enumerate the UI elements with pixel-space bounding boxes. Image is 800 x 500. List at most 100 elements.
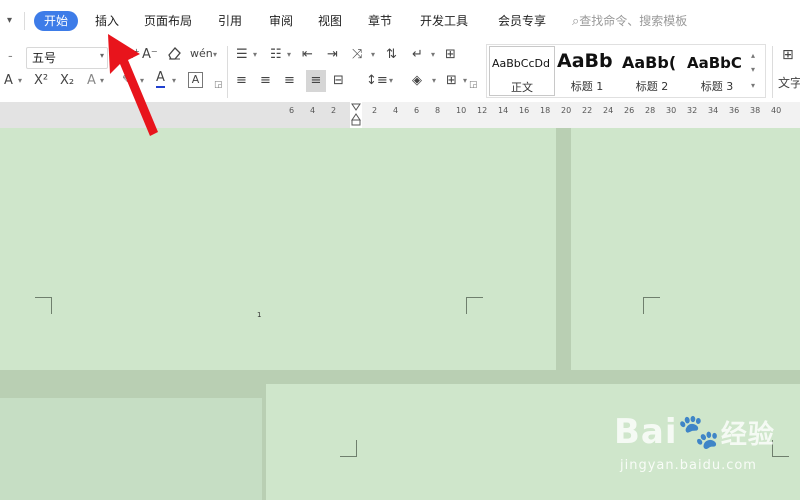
style-preview: AaBb(: [622, 53, 677, 72]
expand-gallery-icon[interactable]: ▾: [751, 77, 755, 95]
chevron-down-icon: ▾: [431, 50, 436, 59]
tab-member[interactable]: 会员专享: [498, 12, 546, 30]
style-heading-1[interactable]: AaBb 标题 1: [555, 46, 619, 94]
ruler-tick-label: 20: [561, 106, 572, 115]
ruler-tick-label: 16: [519, 106, 530, 115]
ruler-tick-label: 22: [582, 106, 593, 115]
align-left-icon[interactable]: ≡: [236, 72, 247, 90]
style-name: 标题 1: [570, 80, 604, 93]
font-name-edge: -: [8, 49, 13, 64]
tab-insert[interactable]: 插入: [95, 12, 119, 30]
baidu-jingyan-watermark: Bai🐾经验 jingyan.baidu.com: [614, 412, 775, 473]
character-border-button[interactable]: A: [188, 72, 203, 88]
shading-icon[interactable]: ◈: [412, 72, 422, 90]
margin-corner-marker: [340, 440, 357, 457]
line-spacing-icon[interactable]: ↕≡: [366, 72, 388, 90]
ruler-tick-label: 26: [624, 106, 635, 115]
styles-gallery: AaBbCcDd 正文 AaBb 标题 1 AaBb( 标题 2 AaBbC 标…: [486, 44, 766, 98]
font-size-select[interactable]: 五号 ▾: [26, 47, 108, 69]
text-tool-icon[interactable]: ⊞: [782, 46, 794, 64]
tab-page-layout[interactable]: 页面布局: [144, 12, 192, 30]
paw-icon: 🐾: [677, 412, 721, 452]
style-preview: AaBb: [557, 50, 613, 72]
chevron-down-icon: ▾: [432, 76, 437, 85]
text-direction-icon[interactable]: ⤨: [352, 46, 362, 64]
chevron-down-icon[interactable]: ▾: [7, 12, 12, 30]
watermark-brand-2: 经验: [720, 420, 775, 450]
show-marks-icon[interactable]: ⊞: [445, 46, 456, 64]
bullet-list-icon[interactable]: ☰: [236, 46, 248, 64]
style-preview: AaBbCcDd: [492, 57, 550, 70]
dialog-launcher-icon[interactable]: ◲: [214, 76, 223, 94]
style-preview: AaBbC: [687, 54, 742, 72]
page-shadow-area: [0, 398, 262, 500]
align-justify-icon[interactable]: ≡: [306, 70, 326, 92]
ruler-tick-label: 18: [540, 106, 551, 115]
watermark-brand: Bai: [614, 412, 678, 452]
ruler-tick-label: 6: [289, 106, 295, 115]
chevron-down-icon: ▾: [253, 50, 258, 59]
outline-text-button[interactable]: A: [87, 72, 96, 90]
superscript-button[interactable]: X²: [34, 72, 48, 90]
ruler-tick-label: 40: [771, 106, 782, 115]
chevron-down-icon: ▾: [18, 76, 23, 85]
line-break-icon[interactable]: ↵: [412, 46, 423, 64]
numbered-list-icon[interactable]: ☷: [270, 46, 282, 64]
ruler-tick-label: 34: [708, 106, 719, 115]
chevron-down-icon: ▾: [287, 50, 292, 59]
ruler-tick-label: 2: [331, 106, 337, 115]
text-tool-label[interactable]: 文字: [778, 74, 800, 92]
style-heading-2[interactable]: AaBb( 标题 2: [620, 46, 684, 94]
annotation-arrow-icon: [108, 34, 158, 136]
ruler-indent-handle[interactable]: [350, 102, 362, 128]
subscript-button[interactable]: X₂: [60, 72, 74, 90]
document-page[interactable]: [571, 128, 800, 370]
ruler-tick-label: 38: [750, 106, 761, 115]
tab-references[interactable]: 引用: [218, 12, 242, 30]
align-center-icon[interactable]: ≡: [260, 72, 271, 90]
margin-corner-marker: [643, 297, 660, 314]
ruler-tick-label: 28: [645, 106, 656, 115]
ruler-tick-label: 36: [729, 106, 740, 115]
tab-home[interactable]: 开始: [34, 11, 79, 31]
ruler-tick-label: 4: [393, 106, 399, 115]
style-heading-3[interactable]: AaBbC 标题 3: [685, 46, 749, 94]
style-name: 正文: [511, 81, 533, 94]
style-name: 标题 2: [635, 80, 669, 93]
tab-review[interactable]: 审阅: [269, 12, 293, 30]
phonetic-guide-button[interactable]: wén: [190, 45, 213, 63]
style-normal[interactable]: AaBbCcDd 正文: [489, 46, 555, 96]
increase-indent-icon[interactable]: ⇥: [327, 46, 338, 64]
tab-developer-tools[interactable]: 开发工具: [420, 12, 468, 30]
ruler-tick-label: 8: [435, 106, 441, 115]
ruler-tick-label: 14: [498, 106, 509, 115]
chevron-down-icon: ▾: [463, 76, 468, 85]
chevron-down-icon: ▾: [371, 50, 376, 59]
margin-corner-marker: [35, 297, 52, 314]
ruler-margin-area: [0, 102, 350, 128]
tab-chapter[interactable]: 章节: [368, 12, 392, 30]
command-search[interactable]: ⌕查找命令、搜索模板: [572, 12, 687, 29]
borders-icon[interactable]: ⊞: [446, 72, 457, 90]
style-name: 标题 3: [700, 80, 734, 93]
chevron-down-icon: ▾: [213, 50, 218, 59]
ruler-tick-label: 12: [477, 106, 488, 115]
ruler-tick-label: 30: [666, 106, 677, 115]
ruler-tick-label: 10: [456, 106, 467, 115]
page-number: 1: [257, 311, 262, 319]
ruler-tick-label: 4: [310, 106, 316, 115]
decrease-indent-icon[interactable]: ⇤: [302, 46, 313, 64]
dialog-launcher-icon[interactable]: ◲: [469, 76, 478, 94]
distributed-align-icon[interactable]: ⊟: [333, 72, 344, 90]
align-right-icon[interactable]: ≡: [284, 72, 295, 90]
chevron-down-icon: ▾: [389, 76, 394, 85]
tab-view[interactable]: 视图: [318, 12, 342, 30]
sort-icon[interactable]: ⇅: [386, 46, 397, 64]
document-page[interactable]: 1: [0, 128, 556, 370]
divider: [772, 46, 773, 98]
divider: [227, 46, 228, 98]
watermark-url: jingyan.baidu.com: [620, 458, 757, 473]
text-effect-button[interactable]: A: [4, 72, 13, 90]
font-size-value: 五号: [32, 51, 57, 65]
ruler-tick-label: 32: [687, 106, 698, 115]
